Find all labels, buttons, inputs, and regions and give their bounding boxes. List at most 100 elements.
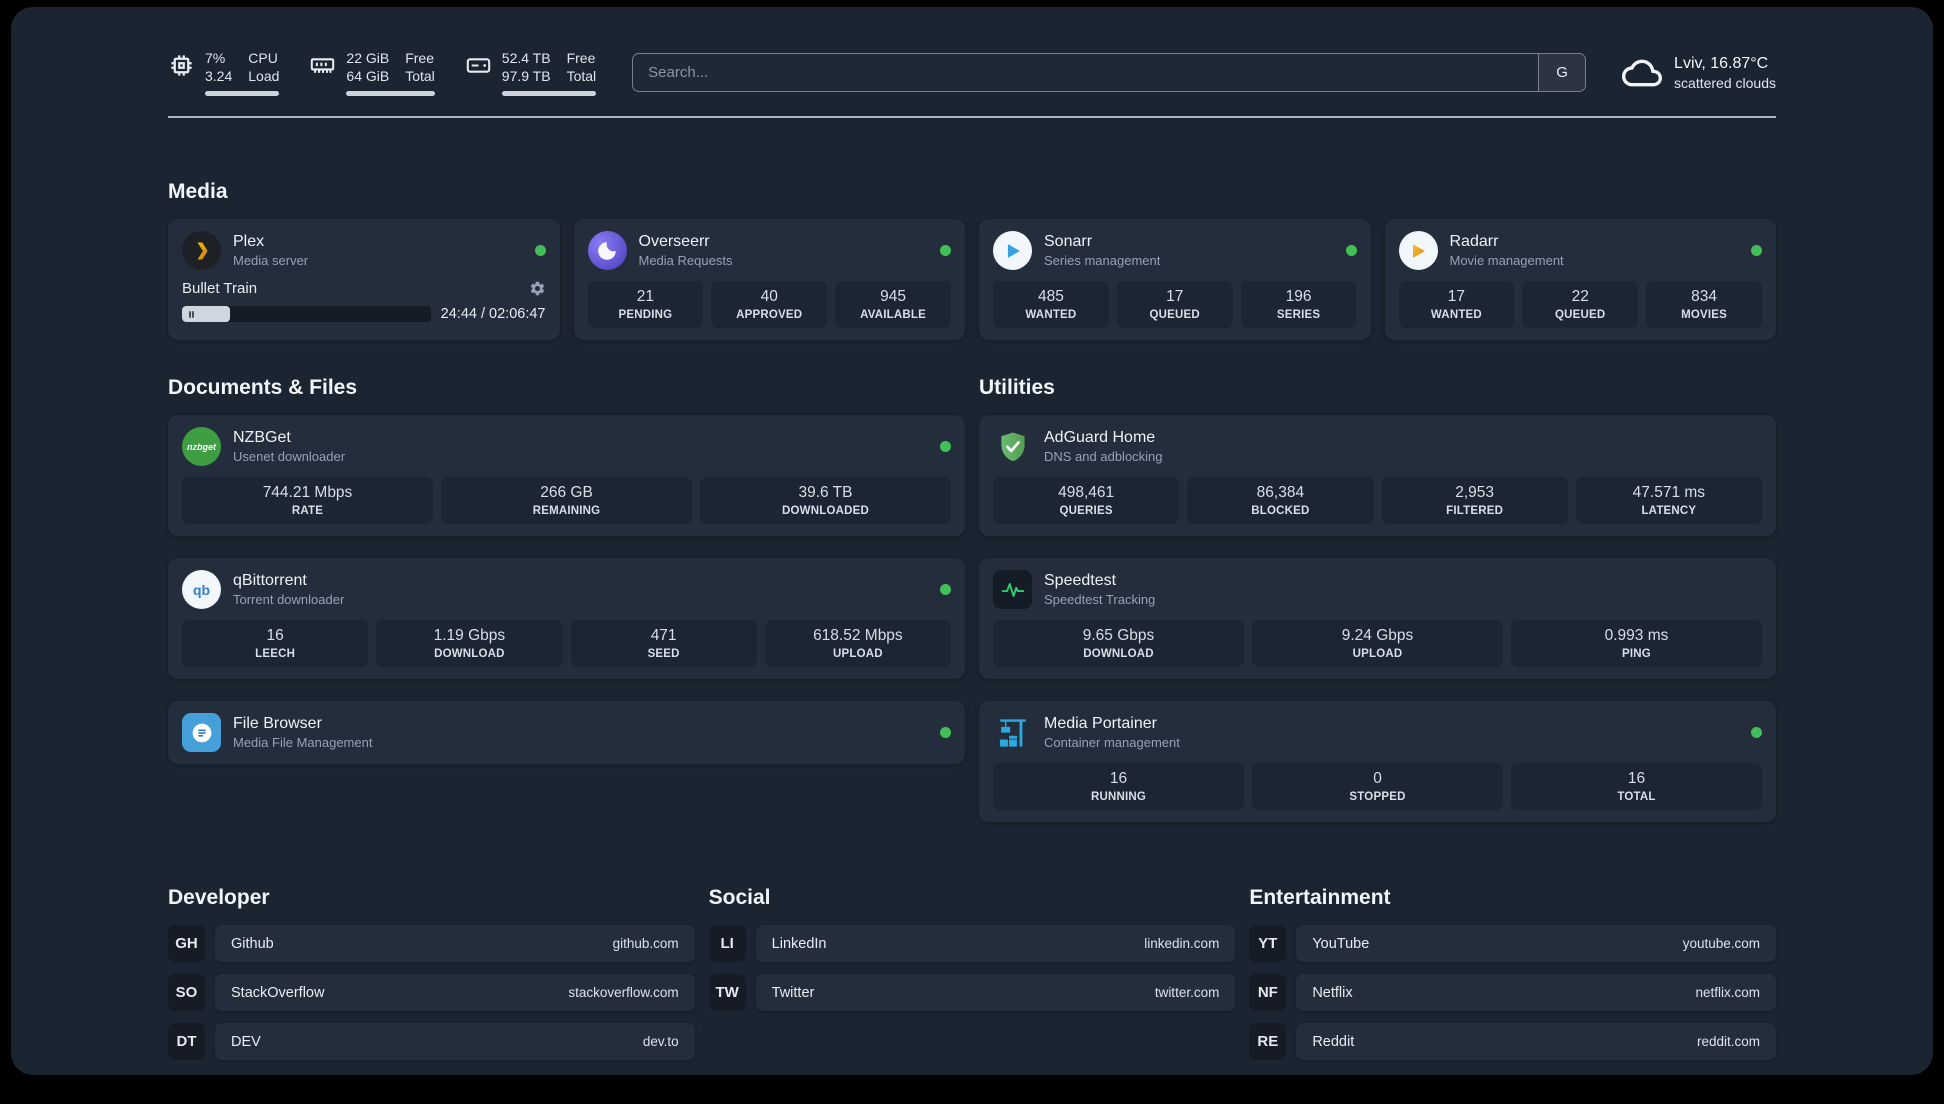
stat-tile: 834 MOVIES — [1646, 281, 1762, 329]
bookmark-link[interactable]: StackOverflow stackoverflow.com — [215, 974, 695, 1012]
app-card-overseerr[interactable]: Overseerr Media Requests 21 PENDING 40 A… — [573, 219, 965, 341]
bookmark-youtube: YT YouTube youtube.com — [1249, 925, 1776, 963]
storage-total: 97.9 TB — [501, 68, 551, 85]
stat-label: DOWNLOAD — [434, 648, 505, 661]
stat-label: APPROVED — [736, 309, 803, 322]
app-subtitle: Torrent downloader — [233, 592, 345, 608]
bookmark-link[interactable]: Twitter twitter.com — [755, 974, 1236, 1012]
bookmark-link[interactable]: DEV dev.to — [215, 1023, 695, 1061]
storage-label-2: Total — [566, 68, 597, 85]
stat-label: TOTAL — [1617, 791, 1656, 804]
bookmark-url: twitter.com — [1154, 985, 1220, 1001]
stat-tile: 40 APPROVED — [711, 281, 828, 329]
bookmark-netflix: NF Netflix netflix.com — [1249, 974, 1776, 1012]
bookmark-abbr: SO — [168, 974, 205, 1012]
stat-value: 471 — [650, 627, 677, 645]
now-playing-title: Bullet Train — [182, 280, 258, 298]
search-input[interactable] — [633, 54, 1539, 92]
stat-value: 9.24 Gbps — [1341, 627, 1414, 645]
status-dot-online — [1751, 245, 1762, 257]
section-title-media: Media — [168, 180, 228, 204]
stat-value: 196 — [1285, 288, 1312, 306]
cpu-widget: 7% 3.24 CPU Load — [168, 49, 280, 97]
bookmark-reddit: RE Reddit reddit.com — [1249, 1023, 1776, 1061]
memory-widget: 22 GiB 64 GiB Free Total — [309, 49, 435, 97]
stat-value: 86,384 — [1256, 484, 1305, 502]
stat-label: LATENCY — [1641, 505, 1697, 518]
app-subtitle: Movie management — [1449, 253, 1564, 269]
search-engine-button[interactable]: G — [1538, 54, 1586, 92]
stat-label: AVAILABLE — [860, 309, 927, 322]
section-title-developer: Developer — [168, 886, 270, 910]
bookmark-link[interactable]: LinkedIn linkedin.com — [755, 925, 1236, 963]
app-subtitle: Media File Management — [233, 735, 373, 751]
stat-label: QUEUED — [1149, 309, 1200, 322]
stat-label: SERIES — [1276, 309, 1321, 322]
app-subtitle: Usenet downloader — [233, 449, 346, 465]
stat-label: LEECH — [255, 648, 296, 661]
stat-label: DOWNLOAD — [1083, 648, 1154, 661]
app-name: Speedtest — [1044, 572, 1117, 590]
bookmark-url: dev.to — [642, 1034, 679, 1050]
system-metrics: 7% 3.24 CPU Load 22 GiB 64 GiB Free Tota… — [168, 49, 597, 97]
app-subtitle: Speedtest Tracking — [1044, 592, 1156, 608]
status-dot-online — [940, 245, 951, 257]
weather-location: Lviv, 16.87°C — [1674, 54, 1769, 72]
app-card-plex[interactable]: Plex Media server Bullet Train 24:44 / 0… — [168, 219, 560, 341]
stat-value: 47.571 ms — [1632, 484, 1706, 502]
app-name: Radarr — [1449, 233, 1499, 251]
cpu-percent: 7% — [205, 50, 226, 66]
dashboard: 7% 3.24 CPU Load 22 GiB 64 GiB Free Tota… — [11, 7, 1933, 1075]
stat-label: STOPPED — [1349, 791, 1406, 804]
bookmark-link[interactable]: YouTube youtube.com — [1296, 925, 1776, 963]
app-name: NZBGet — [233, 429, 291, 447]
stat-label: FILTERED — [1446, 505, 1504, 518]
app-card-adguard[interactable]: AdGuard Home DNS and adblocking 498,461 … — [979, 415, 1776, 537]
bookmark-github: GH Github github.com — [168, 925, 695, 963]
nzbget-icon: nzbget — [182, 427, 221, 467]
app-card-radarr[interactable]: Radarr Movie management 17 WANTED 22 QUE… — [1384, 219, 1776, 341]
bookmark-abbr: NF — [1249, 974, 1287, 1012]
app-name: qBittorrent — [233, 572, 307, 590]
app-card-speedtest[interactable]: Speedtest Speedtest Tracking 9.65 Gbps D… — [979, 558, 1776, 680]
topbar: 7% 3.24 CPU Load 22 GiB 64 GiB Free Tota… — [168, 49, 1776, 97]
stat-label: PENDING — [618, 309, 673, 322]
stat-tile: 618.52 Mbps UPLOAD — [764, 620, 951, 668]
playback-time: 24:44 / 02:06:47 — [440, 306, 546, 323]
stat-tile: 485 WANTED — [993, 281, 1109, 329]
app-card-sonarr[interactable]: Sonarr Series management 485 WANTED 17 Q… — [979, 219, 1371, 341]
bookmark-name: Twitter — [771, 984, 815, 1001]
stat-value: 1.19 Gbps — [433, 627, 506, 645]
bookmark-link[interactable]: Netflix netflix.com — [1296, 974, 1776, 1012]
cpu-icon — [168, 52, 195, 79]
section-title-documents: Documents & Files — [168, 376, 358, 400]
bookmark-link[interactable]: Reddit reddit.com — [1296, 1023, 1776, 1061]
bookmark-twitter: TW Twitter twitter.com — [708, 974, 1236, 1012]
search-bar: G — [632, 53, 1587, 93]
stat-label: PING — [1622, 648, 1651, 661]
adguard-icon — [993, 427, 1032, 466]
bookmark-url: stackoverflow.com — [568, 985, 679, 1001]
stat-value: 0 — [1373, 770, 1382, 788]
stat-value: 22 — [1571, 288, 1589, 306]
app-name: Sonarr — [1044, 233, 1093, 251]
storage-progress-bar — [501, 91, 597, 97]
stat-value: 16 — [1109, 770, 1128, 788]
stat-label: REMAINING — [532, 505, 601, 518]
pause-icon[interactable] — [186, 309, 197, 320]
app-card-nzbget[interactable]: nzbget NZBGet Usenet downloader 744.21 M… — [168, 415, 965, 537]
speedtest-icon — [993, 570, 1032, 610]
plex-icon — [182, 231, 221, 271]
bookmark-link[interactable]: Github github.com — [215, 925, 695, 963]
stat-label: BLOCKED — [1251, 505, 1310, 518]
app-card-filebrowser[interactable]: File Browser Media File Management — [168, 701, 965, 765]
app-card-portainer[interactable]: Media Portainer Container management 16 … — [979, 701, 1776, 823]
bookmark-abbr: YT — [1249, 925, 1287, 963]
stat-value: 16 — [266, 627, 284, 645]
stat-label: QUERIES — [1059, 505, 1113, 518]
memory-total: 64 GiB — [346, 68, 390, 85]
gear-icon[interactable] — [529, 280, 546, 297]
stat-label: UPLOAD — [832, 648, 883, 661]
app-card-qbittorrent[interactable]: qb qBittorrent Torrent downloader 16 LEE… — [168, 558, 965, 680]
stat-label: WANTED — [1025, 309, 1077, 322]
